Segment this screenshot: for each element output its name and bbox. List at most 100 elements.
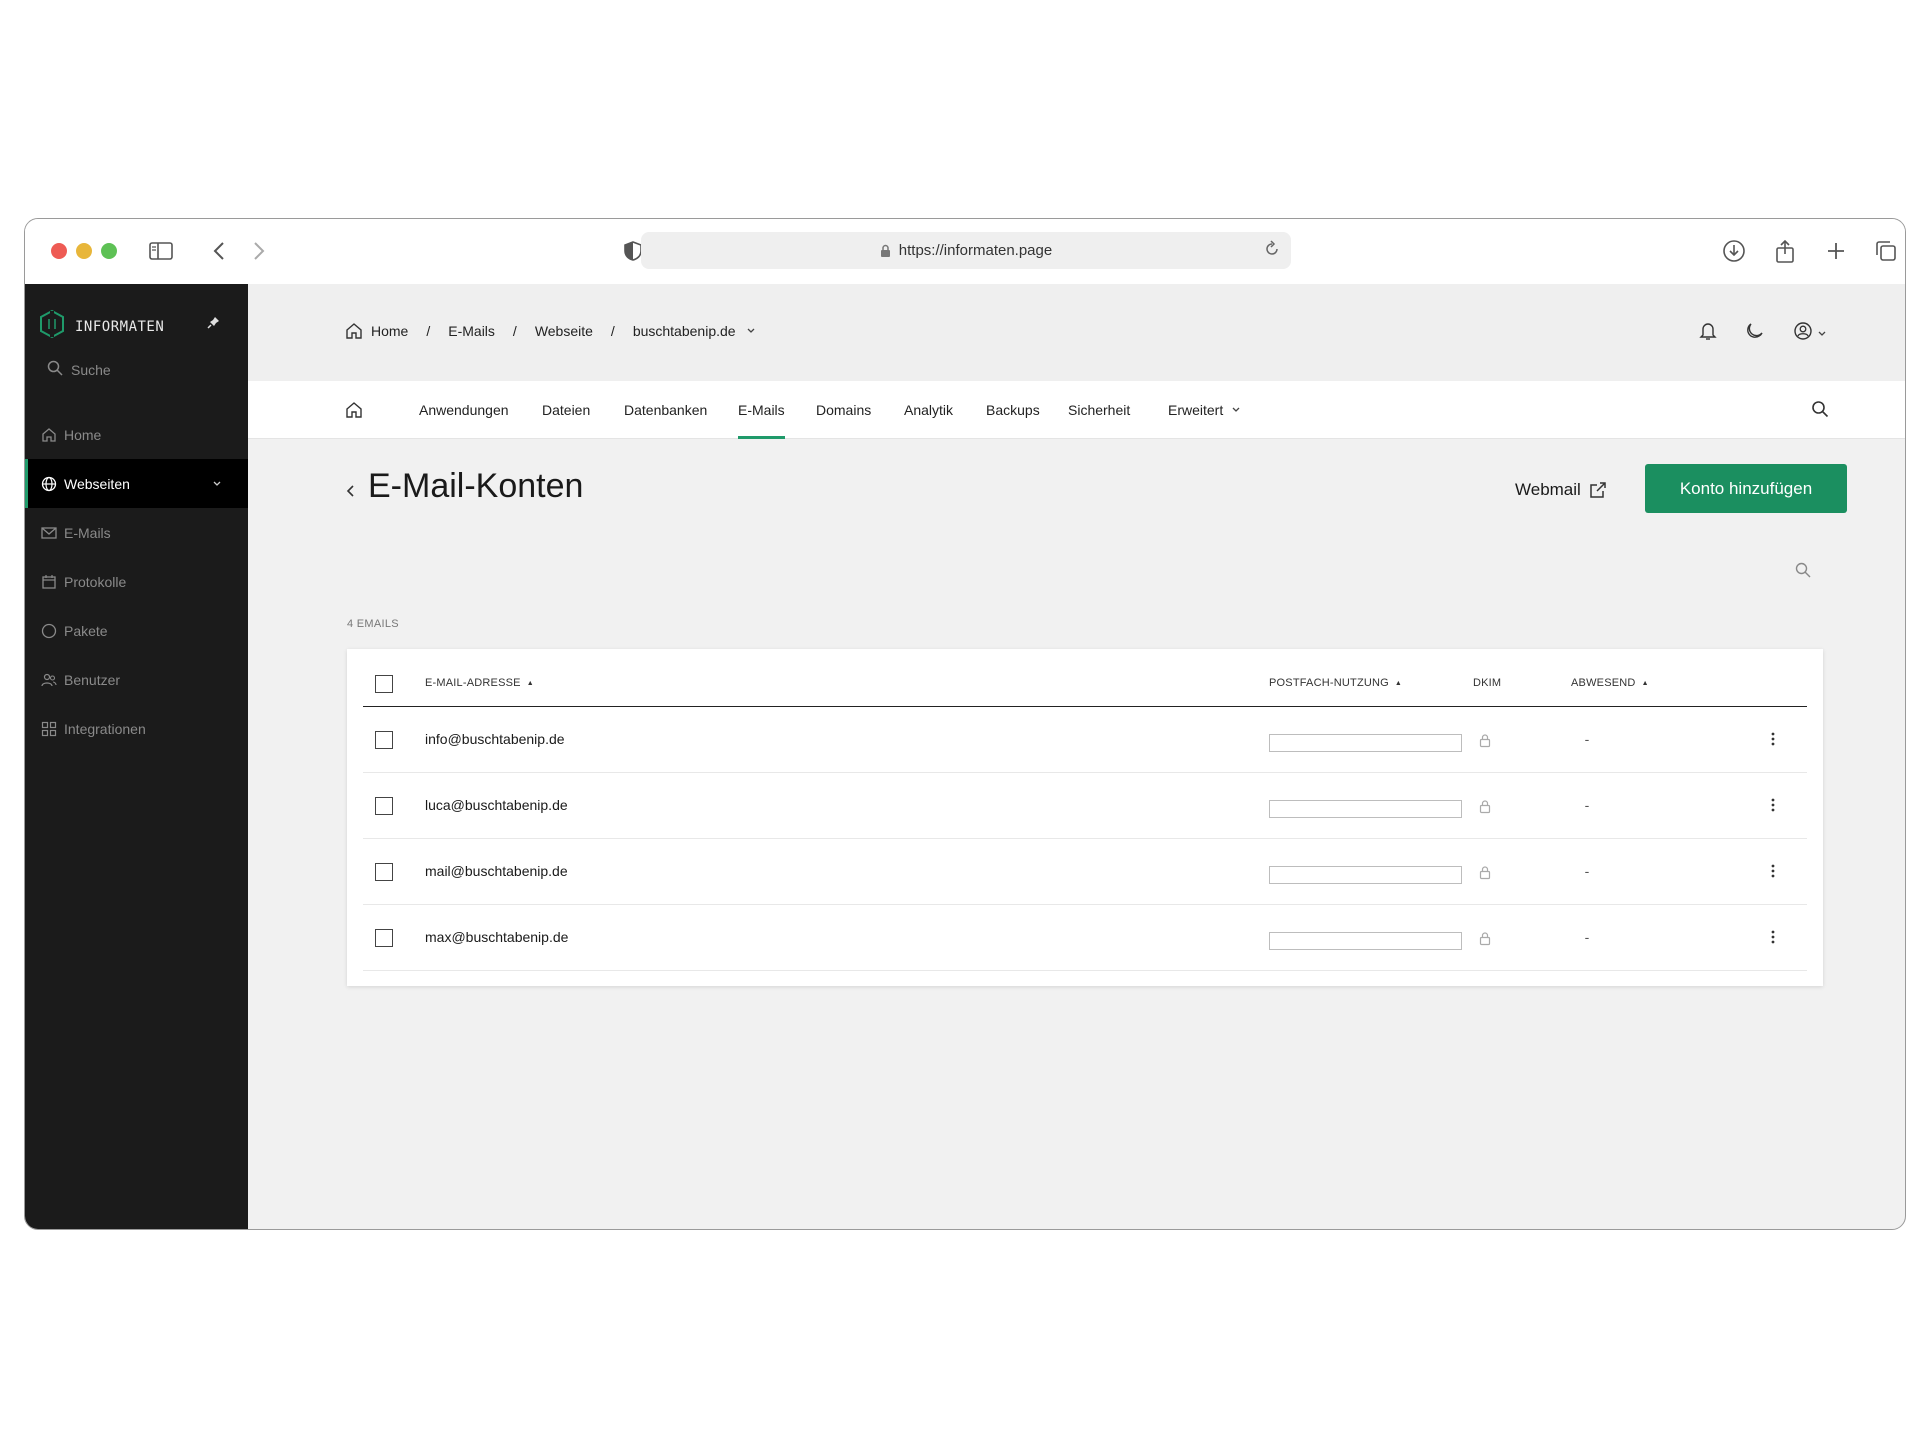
tab-label: Anwendungen — [419, 402, 509, 418]
sidebar-item-pakete[interactable]: Pakete — [25, 606, 248, 655]
row-checkbox[interactable] — [375, 731, 393, 749]
sidebar-item-emails[interactable]: E-Mails — [25, 508, 248, 557]
row-checkbox[interactable] — [375, 797, 393, 815]
chevron-down-icon — [1231, 406, 1241, 414]
home-icon[interactable] — [345, 401, 363, 424]
back-icon[interactable] — [201, 233, 237, 269]
tab-overview-icon[interactable] — [1868, 233, 1904, 269]
mailbox-usage-bar — [1269, 800, 1462, 818]
sidebar-item-label: Webseiten — [64, 475, 130, 492]
pin-icon[interactable] — [207, 316, 220, 334]
tab-dateien[interactable]: Dateien — [542, 381, 590, 439]
row-checkbox[interactable] — [375, 863, 393, 881]
more-options-icon[interactable] — [1763, 927, 1783, 947]
search-icon[interactable] — [1811, 400, 1829, 423]
tab-erweitert[interactable]: Erweitert — [1168, 381, 1241, 439]
webmail-link[interactable]: Webmail — [1515, 480, 1607, 500]
row-checkbox[interactable] — [375, 929, 393, 947]
tab-domains[interactable]: Domains — [816, 381, 871, 439]
top-actions — [1699, 321, 1827, 346]
minimize-window-button[interactable] — [76, 243, 92, 259]
lock-icon — [1479, 865, 1491, 885]
bell-icon[interactable] — [1699, 321, 1717, 346]
new-tab-icon[interactable] — [1818, 233, 1854, 269]
sidebar-item-webseiten[interactable]: Webseiten — [25, 459, 248, 508]
breadcrumb-webseite[interactable]: Webseite — [535, 323, 593, 339]
maximize-window-button[interactable] — [101, 243, 117, 259]
column-header-away[interactable]: ABWESEND ▲ — [1571, 677, 1649, 689]
tab-emails[interactable]: E-Mails — [738, 381, 785, 439]
email-address[interactable]: mail@buschtabenip.de — [425, 863, 568, 879]
webmail-label: Webmail — [1515, 480, 1581, 499]
tab-label: E-Mails — [738, 402, 785, 418]
tab-datenbanken[interactable]: Datenbanken — [624, 381, 707, 439]
sidebar-search[interactable]: Suche — [39, 360, 111, 379]
column-header-email[interactable]: E-MAIL-ADRESSE ▲ — [425, 677, 534, 689]
email-address[interactable]: max@buschtabenip.de — [425, 929, 568, 945]
away-status: - — [1584, 863, 1590, 879]
more-options-icon[interactable] — [1763, 795, 1783, 815]
moon-icon[interactable] — [1745, 321, 1765, 346]
away-status: - — [1584, 797, 1590, 813]
brand-name: INFORMATEN — [75, 318, 165, 335]
tab-label: Dateien — [542, 402, 591, 418]
lock-icon — [1479, 799, 1491, 819]
tab-analytik[interactable]: Analytik — [904, 381, 953, 439]
sidebar-item-protokolle[interactable]: Protokolle — [25, 557, 248, 606]
brand[interactable]: INFORMATEN — [39, 309, 164, 344]
mailbox-usage-bar — [1269, 734, 1462, 752]
tab-label: Erweitert — [1168, 402, 1224, 418]
email-address[interactable]: luca@buschtabenip.de — [425, 797, 568, 813]
column-header-dkim: DKIM — [1473, 677, 1501, 689]
column-header-label: DKIM — [1473, 677, 1502, 689]
select-all-checkbox[interactable] — [375, 675, 393, 693]
breadcrumb-emails[interactable]: E-Mails — [448, 323, 495, 339]
away-status: - — [1584, 929, 1590, 945]
table-row[interactable]: max@buschtabenip.de - — [363, 905, 1807, 971]
column-header-usage[interactable]: POSTFACH-NUTZUNG ▲ — [1269, 677, 1402, 689]
user-icon — [1793, 321, 1813, 346]
address-bar[interactable]: https://informaten.page — [641, 232, 1291, 269]
table-row[interactable]: info@buschtabenip.de - — [363, 707, 1807, 773]
mail-icon — [40, 524, 58, 542]
tab-sicherheit[interactable]: Sicherheit — [1068, 381, 1130, 439]
chevron-down-icon[interactable] — [746, 327, 756, 335]
reload-icon[interactable] — [1263, 240, 1281, 262]
top-bar: Home / E-Mails / Webseite / buschtabenip… — [248, 284, 1905, 381]
globe-icon — [40, 475, 58, 493]
tab-anwendungen[interactable]: Anwendungen — [419, 381, 509, 439]
breadcrumb-domain[interactable]: buschtabenip.de — [633, 323, 736, 339]
sidebar-item-integrationen[interactable]: Integrationen — [25, 704, 248, 753]
table-row[interactable]: mail@buschtabenip.de - — [363, 839, 1807, 905]
download-icon[interactable] — [1716, 233, 1752, 269]
page-title: E-Mail-Konten — [368, 467, 584, 505]
lock-icon — [880, 244, 891, 258]
home-icon[interactable] — [345, 322, 363, 340]
forward-icon[interactable] — [241, 233, 277, 269]
breadcrumb-separator: / — [512, 323, 517, 339]
table-header: E-MAIL-ADRESSE ▲ POSTFACH-NUTZUNG ▲ DKIM… — [363, 649, 1807, 707]
back-chevron-icon[interactable] — [346, 484, 356, 503]
share-icon[interactable] — [1767, 233, 1803, 269]
circle-icon — [40, 622, 58, 640]
external-link-icon — [1589, 481, 1607, 499]
breadcrumb-home[interactable]: Home — [371, 323, 408, 339]
table-row[interactable]: luca@buschtabenip.de - — [363, 773, 1807, 839]
sidebar-item-benutzer[interactable]: Benutzer — [25, 655, 248, 704]
close-window-button[interactable] — [51, 243, 67, 259]
email-address[interactable]: info@buschtabenip.de — [425, 731, 565, 747]
home-icon — [40, 426, 58, 444]
sidebar-toggle-icon[interactable] — [143, 233, 179, 269]
more-options-icon[interactable] — [1763, 729, 1783, 749]
add-account-button[interactable]: Konto hinzufügen — [1645, 464, 1847, 513]
sidebar-item-home[interactable]: Home — [25, 410, 248, 459]
account-menu[interactable] — [1793, 321, 1827, 346]
mailbox-usage-bar — [1269, 866, 1462, 884]
sidebar-item-label: Pakete — [64, 622, 108, 639]
sidebar-item-label: Integrationen — [64, 720, 146, 737]
search-icon[interactable] — [1795, 562, 1811, 583]
sidebar-item-label: E-Mails — [64, 524, 111, 541]
tab-backups[interactable]: Backups — [986, 381, 1040, 439]
more-options-icon[interactable] — [1763, 861, 1783, 881]
column-header-label: ABWESEND — [1571, 677, 1636, 689]
